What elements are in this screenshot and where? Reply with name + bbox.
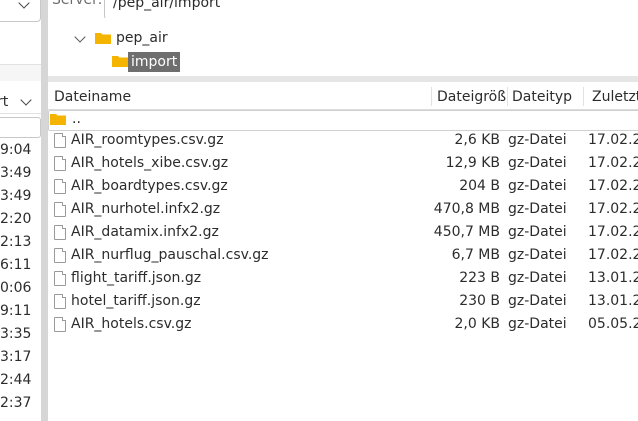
file-size-cell: 450,7 MB (433, 224, 500, 240)
file-type-cell: gz-Datei (508, 270, 567, 286)
local-modified-cell: 9:11 (0, 303, 32, 319)
local-sort-column-header[interactable]: rt (0, 94, 8, 110)
column-modified[interactable]: Zuletzt (592, 89, 638, 105)
column-separator[interactable] (431, 87, 432, 106)
file-type-cell: gz-Datei (508, 293, 567, 309)
file-modified-cell: 17.02.20 (588, 224, 638, 240)
column-filename[interactable]: Dateiname (54, 89, 131, 105)
local-modified-cell: 3:17 (0, 349, 32, 365)
file-modified-cell: 05.05.20 (588, 316, 638, 332)
file-icon (54, 225, 66, 240)
file-name-cell: AIR_datamix.infx2.gz (71, 224, 219, 240)
file-size-cell: 12,9 KB (445, 155, 500, 171)
file-modified-cell: 17.02.20 (588, 132, 638, 148)
file-icon (54, 156, 66, 171)
file-row[interactable]: flight_tariff.json.gz 223 B gz-Datei 13.01.… (48, 268, 638, 291)
local-modified-cell: 3:49 (0, 188, 32, 204)
file-icon (54, 179, 66, 194)
local-modified-cell: 2:20 (0, 211, 32, 227)
parent-directory-row[interactable]: .. (48, 110, 638, 131)
file-icon (54, 271, 66, 286)
local-modified-cell: 2:37 (0, 395, 32, 411)
file-row[interactable]: AIR_boardtypes.csv.gz 204 B gz-Datei 17.02.… (48, 176, 638, 199)
file-icon (54, 294, 66, 309)
file-size-cell: 2,0 KB (454, 316, 501, 332)
file-size-cell: 6,7 MB (451, 247, 500, 263)
file-modified-cell: 17.02.20 (588, 155, 638, 171)
local-modified-cell: 9:04 (0, 142, 32, 158)
file-icon (54, 317, 66, 332)
folder-icon (50, 114, 66, 125)
local-modified-cell: 6:11 (0, 257, 32, 273)
file-modified-cell: 17.02.20 (588, 247, 638, 263)
local-modified-cell: 0:06 (0, 280, 32, 296)
file-name-cell: AIR_nurflug_pauschal.csv.gz (71, 247, 269, 263)
file-row[interactable]: AIR_nurflug_pauschal.csv.gz 6,7 MB gz-Date… (48, 245, 638, 268)
file-name-cell: AIR_hotels_xibe.csv.gz (71, 155, 229, 171)
local-modified-cell: 2:13 (0, 234, 32, 250)
local-tree-scrollbar[interactable] (0, 64, 41, 81)
file-type-cell: gz-Datei (508, 178, 567, 194)
file-modified-cell: 17.02.20 (588, 201, 638, 217)
tree-item-pep-air[interactable]: pep_air (116, 30, 168, 46)
tree-item-import[interactable]: import (128, 52, 181, 72)
column-filetype[interactable]: Dateityp (512, 89, 572, 105)
file-name-cell: hotel_tariff.json.gz (71, 293, 201, 309)
file-name-cell: AIR_boardtypes.csv.gz (71, 178, 228, 194)
file-type-cell: gz-Datei (508, 155, 567, 171)
file-row[interactable]: AIR_nurhotel.infx2.gz 470,8 MB gz-Datei 17.… (48, 199, 638, 222)
chevron-down-icon (18, 0, 30, 9)
file-name-cell: AIR_nurhotel.infx2.gz (71, 201, 221, 217)
file-row[interactable]: AIR_hotels_xibe.csv.gz 12,9 KB gz-Datei 17.… (48, 153, 638, 176)
file-size-cell: 223 B (459, 270, 500, 286)
file-type-cell: gz-Datei (508, 201, 567, 217)
local-pane: rt 9:04 3:49 3:49 2:20 2:13 6:11 0:06 9:11 3:35 3… (0, 0, 41, 421)
file-name-cell: AIR_roomtypes.csv.gz (71, 132, 224, 148)
column-separator[interactable] (507, 87, 508, 106)
file-list-header: Dateiname Dateigröß Dateityp Zuletzt (48, 84, 638, 110)
file-modified-cell: 17.02.20 (588, 178, 638, 194)
file-size-cell: 230 B (459, 293, 500, 309)
file-size-cell: 470,8 MB (433, 201, 500, 217)
server-path-value: /pep_air/import (113, 0, 221, 11)
column-filesize[interactable]: Dateigröß (437, 89, 506, 105)
file-row[interactable]: AIR_roomtypes.csv.gz 2,6 KB gz-Datei 17.02.… (48, 130, 638, 153)
local-modified-column: 9:04 3:49 3:49 2:20 2:13 6:11 0:06 9:11 3:35 3:17… (0, 141, 41, 417)
tree-scrollbar[interactable] (48, 76, 638, 82)
file-name-cell: AIR_hotels.csv.gz (71, 316, 192, 332)
file-modified-cell: 13.01.20 (588, 293, 638, 309)
file-size-cell: 2,6 KB (454, 132, 501, 148)
file-row[interactable]: AIR_hotels.csv.gz 2,0 KB gz-Datei 05.05.20 (48, 314, 638, 337)
local-path-dropdown[interactable] (0, 0, 41, 22)
file-row[interactable]: hotel_tariff.json.gz 230 B gz-Datei 13.01.2… (48, 291, 638, 314)
file-icon (54, 248, 66, 263)
file-modified-cell: 13.01.20 (588, 270, 638, 286)
file-type-cell: gz-Datei (508, 316, 567, 332)
file-size-cell: 204 B (459, 178, 500, 194)
file-icon (54, 133, 66, 148)
folder-icon (112, 56, 128, 67)
file-type-cell: gz-Datei (508, 224, 567, 240)
folder-icon (95, 33, 111, 44)
parent-directory-label: .. (72, 111, 81, 127)
local-filter-input[interactable] (0, 117, 41, 138)
file-row[interactable]: AIR_datamix.infx2.gz 450,7 MB gz-Datei 17.0… (48, 222, 638, 245)
file-name-cell: flight_tariff.json.gz (71, 270, 202, 286)
local-modified-cell: 3:35 (0, 326, 32, 342)
column-separator[interactable] (583, 87, 584, 106)
file-type-cell: gz-Datei (508, 132, 567, 148)
file-type-cell: gz-Datei (508, 247, 567, 263)
local-modified-cell: 3:49 (0, 165, 32, 181)
server-path-input[interactable]: /pep_air/import (104, 0, 638, 20)
file-icon (54, 202, 66, 217)
server-label: Server: (52, 0, 103, 8)
pane-splitter[interactable] (41, 0, 48, 421)
local-modified-cell: 2:44 (0, 372, 32, 388)
